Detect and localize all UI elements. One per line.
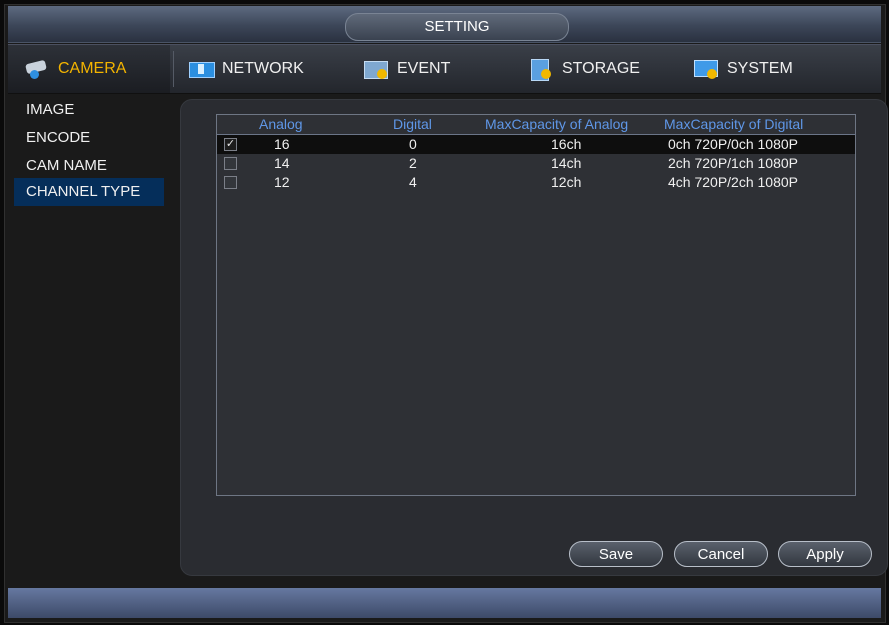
row-checkbox[interactable] bbox=[224, 176, 237, 189]
sidebar: IMAGE ENCODE CAM NAME CHANNEL TYPE bbox=[8, 94, 168, 584]
camera-icon bbox=[24, 58, 52, 80]
event-icon bbox=[363, 58, 391, 80]
column-header-analog: Analog bbox=[259, 116, 303, 132]
tab-camera[interactable]: CAMERA bbox=[8, 45, 170, 93]
sidebar-item-image[interactable]: IMAGE bbox=[14, 96, 164, 124]
row-checkbox[interactable] bbox=[224, 157, 237, 170]
cell-digital: 2 bbox=[409, 155, 417, 171]
window-title: SETTING bbox=[345, 13, 569, 41]
table-row[interactable]: 12 4 12ch 4ch 720P/2ch 1080P bbox=[217, 173, 855, 192]
cell-analog: 14 bbox=[274, 155, 290, 171]
tab-event-label: EVENT bbox=[397, 60, 451, 77]
tab-system[interactable]: SYSTEM bbox=[693, 45, 843, 93]
table-row[interactable]: 14 2 14ch 2ch 720P/1ch 1080P bbox=[217, 154, 855, 173]
column-header-digital: Digital bbox=[393, 116, 432, 132]
storage-icon bbox=[528, 58, 556, 81]
tab-storage[interactable]: STORAGE bbox=[528, 45, 678, 93]
cancel-button[interactable]: Cancel bbox=[674, 541, 768, 567]
cell-analog: 12 bbox=[274, 174, 290, 190]
cell-max-digital: 4ch 720P/2ch 1080P bbox=[668, 174, 798, 190]
cell-max-digital: 2ch 720P/1ch 1080P bbox=[668, 155, 798, 171]
cell-max-analog: 14ch bbox=[551, 155, 582, 171]
sidebar-item-channel-type[interactable]: CHANNEL TYPE bbox=[14, 178, 164, 206]
tab-network[interactable]: NETWORK bbox=[188, 45, 338, 93]
cell-digital: 0 bbox=[409, 136, 417, 152]
status-bar bbox=[8, 588, 881, 618]
tab-system-label: SYSTEM bbox=[727, 60, 793, 77]
sidebar-item-cam-name[interactable]: CAM NAME bbox=[14, 152, 164, 180]
tab-divider bbox=[173, 51, 174, 87]
tab-event[interactable]: EVENT bbox=[363, 45, 503, 93]
table-row[interactable]: ✓ 16 0 16ch 0ch 720P/0ch 1080P bbox=[217, 135, 855, 154]
cell-max-analog: 16ch bbox=[551, 136, 582, 152]
tab-camera-label: CAMERA bbox=[58, 60, 127, 77]
apply-button[interactable]: Apply bbox=[778, 541, 872, 567]
column-header-max-digital: MaxCapacity of Digital bbox=[664, 116, 804, 132]
main-tab-bar: CAMERA NETWORK EVENT STORAGE SYSTEM bbox=[8, 44, 881, 94]
tab-storage-label: STORAGE bbox=[562, 60, 640, 77]
save-button[interactable]: Save bbox=[569, 541, 663, 567]
cell-max-analog: 12ch bbox=[551, 174, 582, 190]
column-header-max-analog: MaxCapacity of Analog bbox=[485, 116, 629, 132]
tab-network-label: NETWORK bbox=[222, 60, 304, 77]
cell-digital: 4 bbox=[409, 174, 417, 190]
cell-max-digital: 0ch 720P/0ch 1080P bbox=[668, 136, 798, 152]
row-checkbox[interactable]: ✓ bbox=[224, 138, 237, 151]
channel-type-table: Analog Digital MaxCapacity of Analog Max… bbox=[216, 114, 856, 496]
system-icon bbox=[693, 58, 721, 80]
network-icon bbox=[188, 58, 216, 80]
table-header: Analog Digital MaxCapacity of Analog Max… bbox=[217, 115, 855, 135]
cell-analog: 16 bbox=[274, 136, 290, 152]
sidebar-item-encode[interactable]: ENCODE bbox=[14, 124, 164, 152]
